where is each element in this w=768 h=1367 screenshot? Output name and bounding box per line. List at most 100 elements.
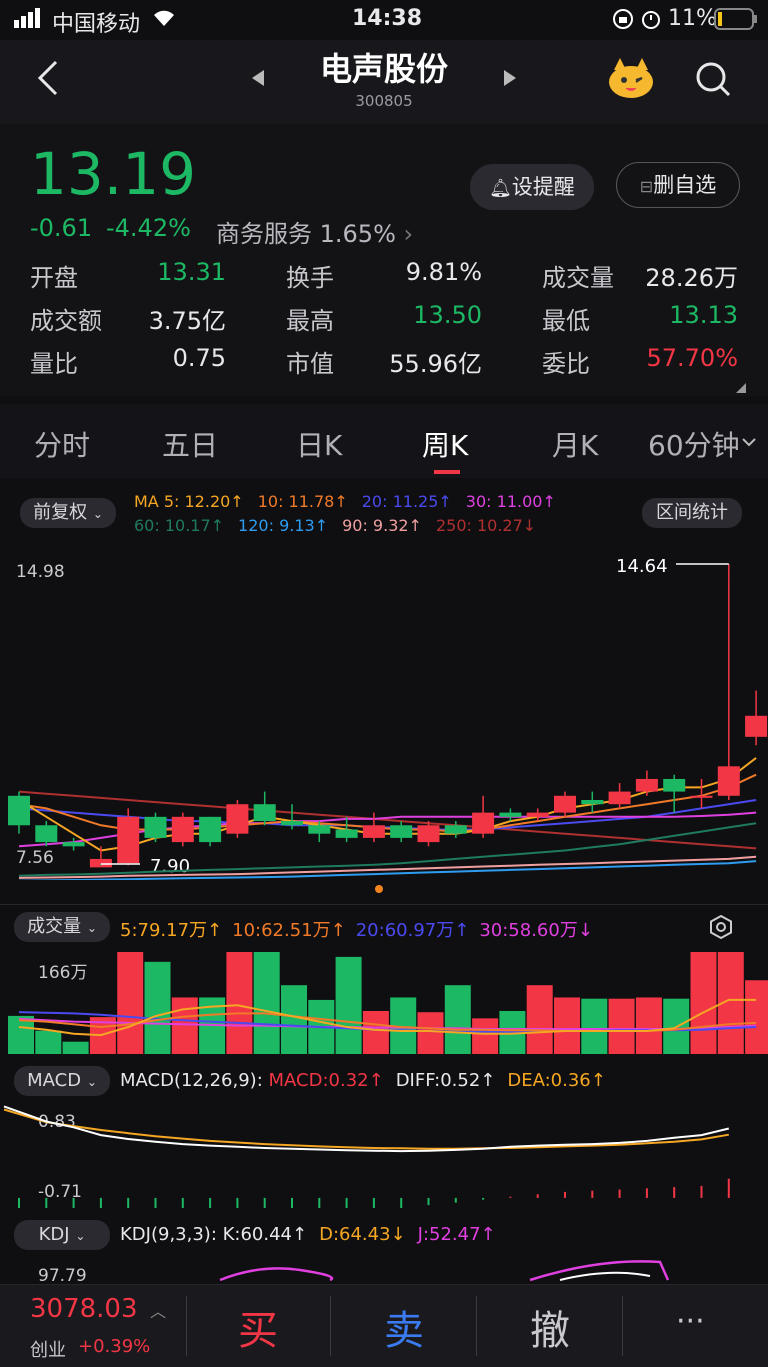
stat-label: 开盘 bbox=[30, 264, 78, 292]
stat-value: 3.75亿 bbox=[148, 307, 226, 335]
indicator-value: DIFF:0.52↑ bbox=[395, 1070, 496, 1091]
indicator-value: 30:58.60万↓ bbox=[479, 920, 593, 941]
candle bbox=[390, 825, 413, 838]
stat-label: 成交额 bbox=[30, 307, 102, 335]
volume-ma-values: 5:79.17万↑ 10:62.51万↑ 20:60.97万↑ 30:58.60万↓ bbox=[120, 916, 603, 942]
chevron-right-icon: › bbox=[403, 220, 414, 248]
kdj-dropdown[interactable]: KDJ ⌄ bbox=[14, 1220, 110, 1250]
indicator-value: 30: 11.00↑ bbox=[465, 492, 556, 511]
chevron-up-icon[interactable]: ︿ bbox=[150, 1298, 166, 1322]
kdj-params: KDJ(9,3,3): bbox=[120, 1224, 223, 1245]
macd-values: MACD(12,26,9): MACD:0.32↑ DIFF:0.52↑ DEA:0… bbox=[120, 1070, 618, 1091]
index-value[interactable]: 3078.03 bbox=[30, 1294, 138, 1324]
range-stats-button[interactable]: 区间统计 bbox=[642, 498, 742, 528]
divider bbox=[186, 1296, 187, 1356]
buy-button[interactable]: 买 bbox=[238, 1298, 278, 1356]
divider bbox=[476, 1296, 477, 1356]
price-change-pct: -4.42% bbox=[106, 214, 191, 242]
alarm-icon bbox=[640, 8, 662, 36]
volume-bar bbox=[62, 1041, 89, 1054]
indicator-value: 10:62.51万↑ bbox=[232, 920, 346, 941]
tab-2[interactable]: 日K bbox=[296, 424, 342, 464]
candle bbox=[635, 778, 658, 792]
divider bbox=[330, 1296, 331, 1356]
indicator-value: 20:60.97万↑ bbox=[355, 920, 470, 941]
candle bbox=[554, 795, 576, 813]
wifi-icon bbox=[150, 8, 178, 34]
clock: 14:38 bbox=[352, 6, 423, 31]
adjust-dropdown[interactable]: 前复权 ⌄ bbox=[20, 498, 116, 528]
minus-box-icon: ⊟ bbox=[639, 177, 654, 196]
sector-pct: 1.65% bbox=[319, 220, 396, 248]
macd-dropdown[interactable]: MACD ⌄ bbox=[14, 1066, 110, 1096]
candle bbox=[581, 800, 604, 805]
stat-value: 55.96亿 bbox=[389, 350, 482, 378]
cancel-button[interactable]: 撤 bbox=[530, 1298, 570, 1356]
indicator-value: 60: 10.17↑ bbox=[134, 516, 225, 535]
chevron-down-icon[interactable] bbox=[742, 432, 756, 451]
lock-rotation-icon bbox=[612, 8, 634, 36]
candle bbox=[253, 804, 276, 822]
chevron-down-icon: ⌄ bbox=[86, 1075, 97, 1089]
volume-bar bbox=[335, 956, 362, 1054]
remove-watchlist-button[interactable]: ⊟删自选 bbox=[616, 162, 740, 208]
candle bbox=[417, 825, 440, 843]
volume-bar bbox=[526, 985, 553, 1054]
stat-value: 13.31 bbox=[157, 258, 226, 286]
indicator-value: DEA:0.36↑ bbox=[507, 1070, 606, 1091]
battery-icon bbox=[714, 8, 758, 36]
stat-label: 最低 bbox=[542, 307, 590, 335]
volume-bar bbox=[635, 997, 662, 1054]
expand-corner-icon[interactable] bbox=[736, 378, 746, 397]
page-indicator-dot bbox=[375, 885, 383, 893]
indicator-value: 5:79.17万↑ bbox=[120, 920, 223, 941]
volume-bar bbox=[117, 952, 144, 1054]
more-button[interactable]: ··· bbox=[676, 1304, 705, 1339]
tab-3[interactable]: 周K bbox=[422, 424, 468, 464]
set-alert-button[interactable]: 🔔︎设提醒 bbox=[470, 164, 594, 210]
volume-chart[interactable] bbox=[0, 952, 768, 1054]
indicator-value: MACD:0.32↑ bbox=[268, 1070, 384, 1091]
tab-5[interactable]: 60分钟 bbox=[648, 424, 740, 464]
current-price: 13.19 bbox=[30, 140, 197, 208]
sell-button[interactable]: 卖 bbox=[384, 1298, 424, 1356]
indicator-value: 250: 10.27↓ bbox=[435, 516, 537, 535]
candle bbox=[226, 804, 249, 834]
stat-value: 13.13 bbox=[669, 301, 738, 329]
search-icon[interactable] bbox=[694, 60, 732, 102]
volume-label: 成交量 bbox=[27, 916, 82, 937]
carrier-label: 中国移动 bbox=[52, 12, 141, 37]
candlestick-chart[interactable] bbox=[0, 560, 768, 880]
macd-chart[interactable] bbox=[0, 1100, 768, 1208]
tab-1[interactable]: 五日 bbox=[162, 424, 218, 464]
macd-label: MACD bbox=[27, 1070, 82, 1091]
indicator-value: K:60.44↑ bbox=[222, 1224, 308, 1245]
divider bbox=[622, 1296, 623, 1356]
volume-bar bbox=[417, 1012, 444, 1054]
settings-hex-icon[interactable] bbox=[708, 914, 734, 944]
candle bbox=[526, 812, 549, 817]
tab-4[interactable]: 月K bbox=[552, 424, 598, 464]
candle bbox=[335, 829, 358, 838]
mascot-icon[interactable] bbox=[606, 56, 656, 104]
volume-bar bbox=[444, 985, 471, 1054]
volume-bar bbox=[281, 985, 307, 1054]
indicator-value: 20: 11.25↑ bbox=[361, 492, 452, 511]
volume-bar bbox=[226, 952, 253, 1054]
volume-bar bbox=[608, 998, 635, 1054]
stat-value: 9.81% bbox=[405, 258, 482, 286]
candle bbox=[308, 825, 331, 834]
index-name: 创业 bbox=[30, 1340, 66, 1361]
candle bbox=[472, 812, 495, 834]
volume-dropdown[interactable]: 成交量 ⌄ bbox=[14, 912, 110, 942]
stat-label: 量比 bbox=[30, 350, 78, 378]
chevron-down-icon: ⌄ bbox=[92, 507, 103, 521]
candle bbox=[89, 858, 112, 868]
kdj-chart[interactable] bbox=[0, 1256, 768, 1284]
candle bbox=[144, 816, 167, 838]
set-alert-label: 设提醒 bbox=[511, 175, 575, 199]
tab-0[interactable]: 分时 bbox=[34, 424, 90, 464]
volume-bar bbox=[35, 1030, 62, 1054]
sector-link[interactable]: 商务服务 1.65% › bbox=[216, 214, 413, 249]
ma-line-1: MA 5: 12.20↑ 10: 11.78↑ 20: 11.25↑ 30: 11.0… bbox=[134, 492, 570, 511]
